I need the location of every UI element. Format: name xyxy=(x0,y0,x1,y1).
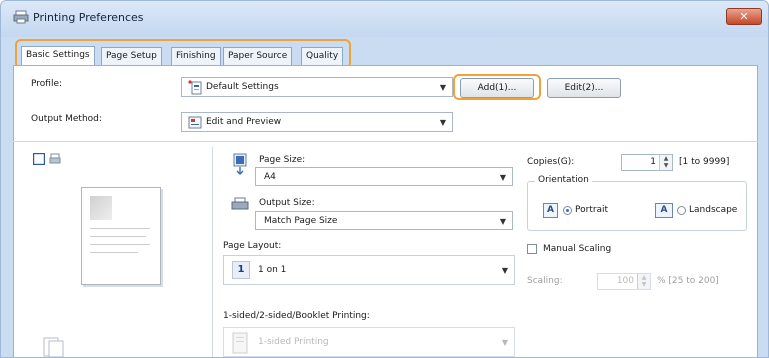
chevron-down-icon: ▼ xyxy=(501,338,508,347)
page-size-label: Page Size: xyxy=(259,155,306,165)
close-icon: ✕ xyxy=(739,10,749,23)
profile-icon xyxy=(188,80,202,95)
chevron-down-icon: ▼ xyxy=(501,266,508,275)
profile-select[interactable]: Default Settings ▼ xyxy=(181,77,453,97)
printing-mode-label: 1-sided/2-sided/Booklet Printing: xyxy=(223,311,370,321)
page-layout-select[interactable]: 1 1 on 1 ▼ xyxy=(223,255,515,285)
section-divider xyxy=(13,141,758,142)
close-button[interactable]: ✕ xyxy=(726,8,762,25)
add-button-highlight xyxy=(453,74,541,100)
page-size-select[interactable]: A4 ▼ xyxy=(255,167,513,186)
copies-range: [1 to 9999] xyxy=(679,157,730,167)
printing-mode-select[interactable]: 1-sided Printing ▼ xyxy=(223,327,515,357)
output-method-icon xyxy=(188,116,202,129)
page-layout-value: 1 on 1 xyxy=(258,265,287,275)
window-title: Printing Preferences xyxy=(33,11,144,24)
manual-scaling-checkbox[interactable] xyxy=(527,244,537,254)
spin-arrows-icon[interactable]: ▲ ▼ xyxy=(637,274,650,289)
page-layout-label: Page Layout: xyxy=(223,241,282,251)
output-size-icon xyxy=(231,197,249,210)
chevron-down-icon: ▼ xyxy=(499,217,506,226)
output-size-value: Match Page Size xyxy=(264,216,338,226)
printer-icon xyxy=(13,10,29,24)
preview-page xyxy=(81,187,161,285)
scaling-label: Scaling: xyxy=(527,276,563,286)
scaling-range: % [25 to 200] xyxy=(657,276,719,286)
orientation-title: Orientation xyxy=(535,175,592,185)
portrait-label[interactable]: Portrait xyxy=(575,205,608,215)
output-method-label: Output Method: xyxy=(31,114,102,124)
title-bar[interactable]: Printing Preferences ✕ xyxy=(1,1,768,37)
landscape-radio[interactable] xyxy=(677,206,686,215)
chevron-down-icon: ▼ xyxy=(499,173,506,182)
one-sided-icon xyxy=(232,332,248,354)
page-layout-icon: 1 xyxy=(232,261,250,279)
printing-mode-value: 1-sided Printing xyxy=(258,337,329,347)
preview-line xyxy=(90,244,150,245)
page-thumbnail-icon xyxy=(43,337,64,357)
printer-view-icon[interactable] xyxy=(49,153,61,165)
scaling-stepper[interactable]: 100 ▲ ▼ xyxy=(597,273,651,290)
printing-preferences-window: Printing Preferences ✕ Basic Settings Pa… xyxy=(0,0,769,358)
output-size-select[interactable]: Match Page Size ▼ xyxy=(255,211,513,230)
landscape-label[interactable]: Landscape xyxy=(689,205,737,215)
preview-line xyxy=(90,252,138,253)
preview-image xyxy=(90,196,112,220)
manual-scaling-label[interactable]: Manual Scaling xyxy=(543,244,611,254)
preview-line xyxy=(90,236,146,237)
page-size-value: A4 xyxy=(264,172,276,182)
profile-value: Default Settings xyxy=(206,82,279,92)
output-method-value: Edit and Preview xyxy=(206,117,282,127)
copies-label: Copies(G): xyxy=(527,157,575,167)
landscape-icon: A xyxy=(655,203,673,218)
spin-arrows-icon[interactable]: ▲ ▼ xyxy=(659,155,672,170)
scaling-value: 100 xyxy=(616,276,634,286)
copies-stepper[interactable]: 1 ▲ ▼ xyxy=(621,154,673,171)
chevron-down-icon: ▼ xyxy=(439,118,446,127)
profile-label: Profile: xyxy=(31,79,63,89)
edit-profile-button[interactable]: Edit(2)... xyxy=(547,78,621,98)
page-size-icon xyxy=(233,153,247,175)
preview-view-icon[interactable] xyxy=(33,153,45,165)
print-preview xyxy=(21,147,213,357)
chevron-down-icon: ▼ xyxy=(439,83,446,92)
output-method-select[interactable]: Edit and Preview ▼ xyxy=(181,112,453,132)
portrait-icon: A xyxy=(543,203,558,218)
portrait-radio[interactable] xyxy=(563,206,572,215)
preview-line xyxy=(90,228,150,229)
copies-value: 1 xyxy=(650,157,656,167)
output-size-label: Output Size: xyxy=(259,198,315,208)
